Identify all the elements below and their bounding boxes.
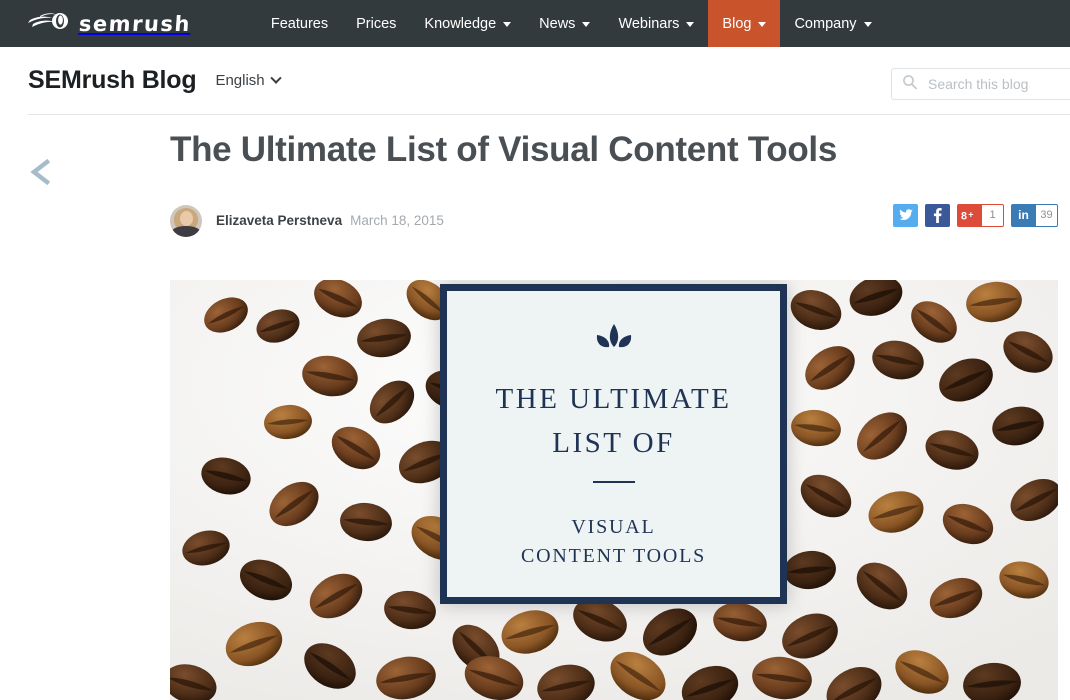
hero-image: THE ULTIMATE LIST OF VISUAL CONTENT TOOL…	[170, 280, 1058, 700]
nav-items: Features Prices Knowledge News Webinars …	[257, 0, 886, 47]
semrush-logo-text: semrush	[78, 12, 192, 36]
nav-item-label: Knowledge	[424, 16, 496, 32]
nav-item-blog[interactable]: Blog	[708, 0, 780, 47]
nav-item-label: Features	[271, 16, 328, 32]
chevron-left-icon	[25, 155, 59, 189]
nav-item-label: News	[539, 16, 575, 32]
semrush-logo[interactable]: semrush	[0, 0, 201, 47]
hero-card-inner: THE ULTIMATE LIST OF VISUAL CONTENT TOOL…	[447, 291, 780, 597]
nav-item-label: Webinars	[618, 16, 679, 32]
nav-item-company[interactable]: Company	[780, 0, 885, 47]
hero-card: THE ULTIMATE LIST OF VISUAL CONTENT TOOL…	[440, 284, 787, 604]
search-box[interactable]	[891, 68, 1070, 100]
hero-card-line2: LIST OF	[552, 422, 675, 466]
author-name[interactable]: Elizaveta Perstneva	[216, 213, 342, 228]
nav-item-knowledge[interactable]: Knowledge	[410, 0, 525, 47]
byline: Elizaveta Perstneva March 18, 2015	[170, 204, 1058, 238]
twitter-icon	[894, 204, 917, 227]
nav-item-label: Blog	[722, 16, 751, 32]
share-button-googleplus[interactable]: 8 + 1	[957, 204, 1004, 227]
hero-card-line1: THE ULTIMATE	[496, 378, 732, 422]
blog-title: SEMrush Blog	[28, 66, 196, 95]
article: The Ultimate List of Visual Content Tool…	[170, 128, 1058, 238]
three-petal-ornament-icon	[585, 323, 643, 362]
top-navigation-bar: semrush Features Prices Knowledge News W…	[0, 0, 1070, 47]
chevron-down-icon	[686, 22, 694, 27]
hero-card-line3a: VISUAL	[571, 513, 655, 542]
hero-card-line3b: CONTENT TOOLS	[521, 542, 706, 571]
chevron-down-icon	[582, 22, 590, 27]
page-title: The Ultimate List of Visual Content Tool…	[170, 128, 1058, 172]
nav-item-prices[interactable]: Prices	[342, 0, 410, 47]
chevron-down-icon	[270, 72, 281, 83]
nav-item-label: Company	[794, 16, 856, 32]
share-button-facebook[interactable]	[925, 204, 950, 227]
googleplus-icon: 8 +	[958, 204, 981, 227]
language-selector-label: English	[215, 72, 264, 89]
search-input[interactable]	[926, 75, 1070, 93]
semrush-flame-logo-icon	[26, 10, 72, 37]
svg-text:+: +	[968, 210, 973, 220]
nav-item-news[interactable]: News	[525, 0, 604, 47]
back-button[interactable]	[25, 155, 59, 189]
avatar[interactable]	[170, 205, 202, 237]
chevron-down-icon	[758, 22, 766, 27]
avatar-body	[172, 226, 200, 237]
language-selector[interactable]: English	[215, 72, 279, 89]
share-buttons: 8 + 1 in 39	[893, 204, 1058, 227]
linkedin-icon: in	[1012, 204, 1035, 227]
nav-item-label: Prices	[356, 16, 396, 32]
nav-item-features[interactable]: Features	[257, 0, 342, 47]
header-divider	[28, 114, 1070, 115]
search-icon	[902, 74, 918, 95]
share-count-linkedin: 39	[1035, 204, 1057, 227]
share-button-linkedin[interactable]: in 39	[1011, 204, 1058, 227]
share-count-googleplus: 1	[981, 204, 1003, 227]
nav-item-webinars[interactable]: Webinars	[604, 0, 708, 47]
hero-card-rule	[593, 481, 635, 483]
svg-text:8: 8	[961, 210, 967, 221]
avatar-face	[180, 211, 193, 226]
chevron-down-icon	[864, 22, 872, 27]
post-date: March 18, 2015	[350, 213, 444, 228]
chevron-down-icon	[503, 22, 511, 27]
facebook-icon	[926, 204, 949, 227]
share-button-twitter[interactable]	[893, 204, 918, 227]
